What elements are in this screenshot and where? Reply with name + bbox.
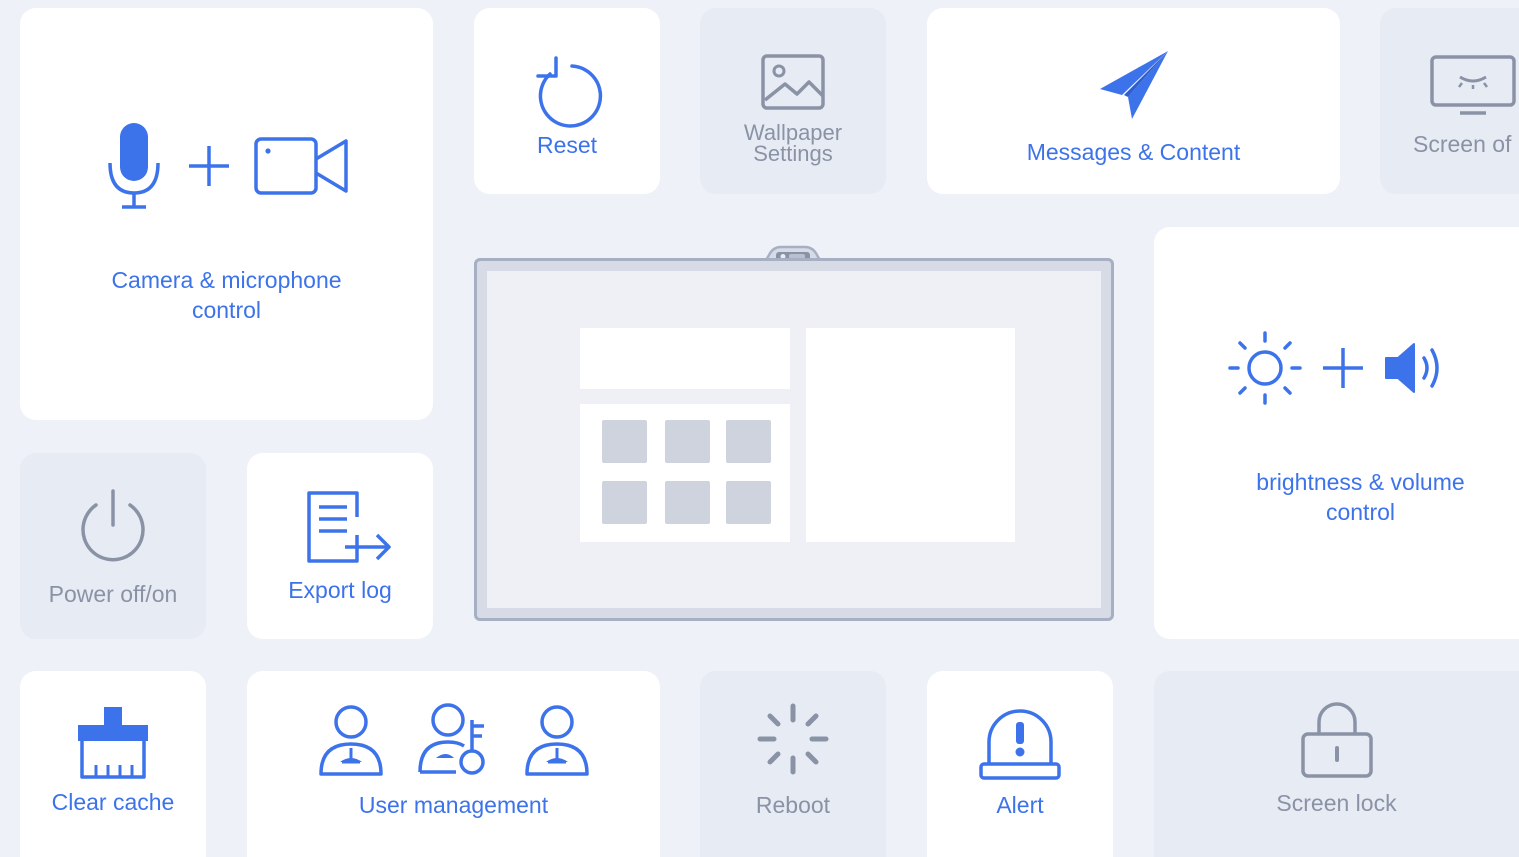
- display-top-pane: [580, 328, 790, 389]
- reset-icon: [536, 56, 603, 128]
- clear-cache-label: Clear cache: [51, 789, 175, 815]
- power-tile[interactable]: Power off/on: [20, 453, 206, 639]
- reboot-label: Reboot: [755, 792, 831, 818]
- brightness-volume-tile[interactable]: brightness & volume control: [1154, 227, 1519, 639]
- wallpaper-label-line1: Wallpaper: [743, 120, 843, 145]
- user-icon: [524, 705, 589, 776]
- wallpaper-settings-tile[interactable]: Wallpaper Settings: [700, 8, 886, 194]
- reset-label: Reset: [536, 132, 598, 158]
- plus-icon: [188, 146, 229, 186]
- power-icon: [81, 489, 145, 562]
- video-camera-icon: [253, 137, 348, 195]
- export-log-label: Export log: [288, 577, 392, 603]
- plus-icon: [1322, 348, 1363, 388]
- loading-spinner-icon: [757, 703, 829, 775]
- power-label: Power off/on: [48, 581, 178, 607]
- app-tile: [602, 420, 647, 463]
- camera-microphone-label: Camera & microphone control: [111, 267, 342, 323]
- reset-tile[interactable]: Reset: [474, 8, 660, 194]
- app-tile: [726, 420, 771, 463]
- microphone-icon: [107, 123, 160, 209]
- wallpaper-label-line2: Settings: [753, 141, 833, 166]
- app-tile: [665, 481, 710, 524]
- messages-content-tile[interactable]: Messages & Content: [927, 8, 1340, 194]
- interactive-display-icon: [474, 258, 1114, 621]
- brightness-volume-label: brightness & volume control: [1256, 469, 1465, 525]
- lock-icon: [1300, 702, 1373, 778]
- display-grid-pane: [580, 404, 790, 542]
- monitor-sleep-icon: [1430, 55, 1516, 115]
- alarm-light-icon: [979, 709, 1061, 780]
- reboot-tile[interactable]: Reboot: [700, 671, 886, 857]
- volume-icon: [1384, 343, 1439, 393]
- brightness-icon: [1227, 331, 1302, 405]
- export-document-icon: [307, 491, 391, 563]
- export-log-tile[interactable]: Export log: [247, 453, 433, 639]
- display-right-pane: [806, 328, 1015, 542]
- app-tile: [726, 481, 771, 524]
- messages-content-label: Messages & Content: [1026, 139, 1241, 165]
- broom-icon: [78, 707, 148, 779]
- screen-off-tile[interactable]: Screen of: [1380, 8, 1519, 194]
- user-management-label: User management: [358, 792, 549, 818]
- screen-lock-label: Screen lock: [1276, 790, 1397, 816]
- send-icon: [1099, 51, 1168, 119]
- camera-microphone-tile[interactable]: Camera & microphone control: [20, 8, 433, 420]
- screen-off-label: Screen of: [1413, 131, 1512, 157]
- app-tile: [602, 481, 647, 524]
- user-icon: [318, 705, 383, 776]
- screen-lock-tile[interactable]: Screen lock: [1154, 671, 1519, 857]
- user-management-tile[interactable]: User management: [247, 671, 660, 857]
- clear-cache-tile[interactable]: Clear cache: [20, 671, 206, 857]
- app-tile: [665, 420, 710, 463]
- user-key-icon: [417, 703, 485, 775]
- alert-label: Alert: [996, 792, 1044, 818]
- display-screen: [487, 271, 1101, 608]
- image-icon: [761, 54, 825, 110]
- alert-tile[interactable]: Alert: [927, 671, 1113, 857]
